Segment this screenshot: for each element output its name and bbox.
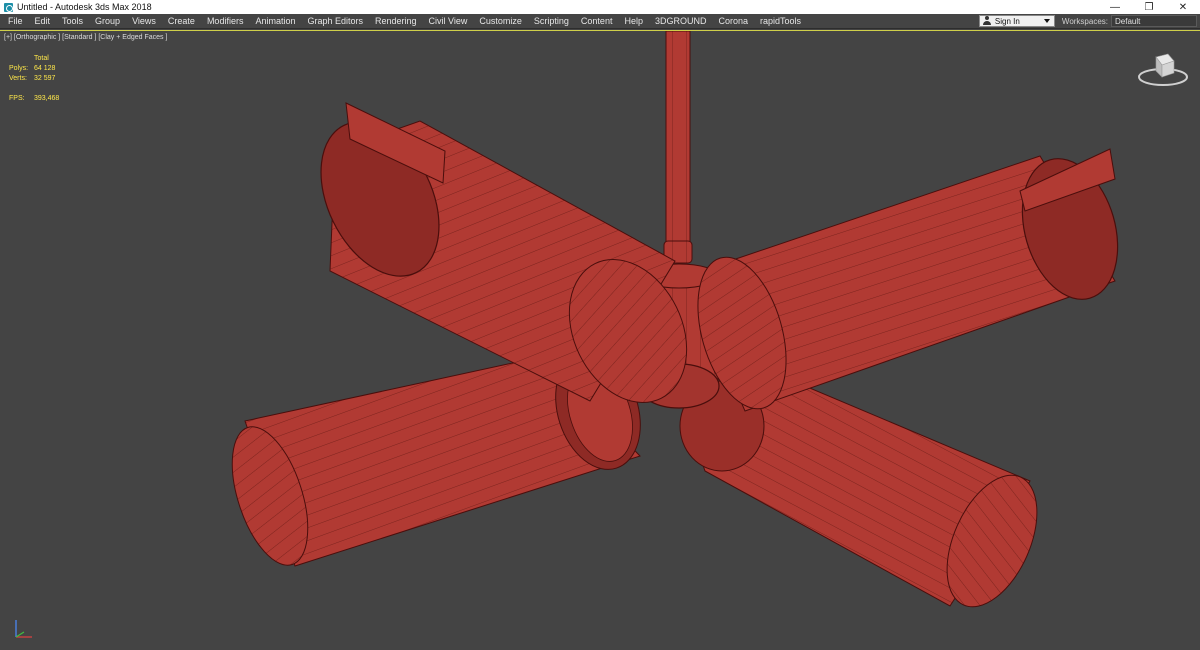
restore-button[interactable]: ❐ xyxy=(1132,0,1166,14)
menu-help[interactable]: Help xyxy=(618,14,649,29)
menu-content[interactable]: Content xyxy=(575,14,619,29)
central-rod[interactable] xyxy=(663,31,693,264)
perspective-viewport[interactable]: [+] [Orthographic ] [Standard ] [Clay + … xyxy=(0,30,1200,650)
menu-group[interactable]: Group xyxy=(89,14,126,29)
menu-corona[interactable]: Corona xyxy=(712,14,754,29)
menu-civil-view[interactable]: Civil View xyxy=(423,14,474,29)
window-title: Untitled - Autodesk 3ds Max 2018 xyxy=(17,2,152,12)
title-bar: Untitled - Autodesk 3ds Max 2018 — ❐ ✕ xyxy=(0,0,1200,14)
menu-rapidtools[interactable]: rapidTools xyxy=(754,14,807,29)
workspaces-value: Default xyxy=(1115,16,1141,26)
menu-graph-editors[interactable]: Graph Editors xyxy=(301,14,369,29)
close-button[interactable]: ✕ xyxy=(1166,0,1200,14)
menu-rendering[interactable]: Rendering xyxy=(369,14,423,29)
shade-front-right[interactable] xyxy=(682,147,1133,419)
viewcube-icon[interactable] xyxy=(1136,49,1190,89)
user-icon xyxy=(982,16,992,26)
app-icon xyxy=(4,2,13,12)
sign-in-label: Sign In xyxy=(994,16,1020,26)
menu-edit[interactable]: Edit xyxy=(29,14,57,29)
menu-create[interactable]: Create xyxy=(162,14,201,29)
menu-scripting[interactable]: Scripting xyxy=(528,14,575,29)
menu-customize[interactable]: Customize xyxy=(473,14,528,29)
workspaces-label: Workspaces: xyxy=(1061,16,1108,26)
menu-modifiers[interactable]: Modifiers xyxy=(201,14,250,29)
shade-back-right[interactable] xyxy=(679,380,1055,620)
workspaces-select[interactable]: Default xyxy=(1111,15,1197,27)
menu-animation[interactable]: Animation xyxy=(249,14,301,29)
chandelier-model[interactable] xyxy=(0,31,1200,650)
menu-views[interactable]: Views xyxy=(126,14,162,29)
menu-file[interactable]: File xyxy=(0,14,29,29)
minimize-button[interactable]: — xyxy=(1098,0,1132,14)
menu-3dground[interactable]: 3DGROUND xyxy=(649,14,713,29)
chevron-down-icon xyxy=(1043,19,1050,23)
sign-in-dropdown[interactable]: Sign In xyxy=(978,15,1055,27)
menu-tools[interactable]: Tools xyxy=(56,14,89,29)
window-controls: — ❐ ✕ xyxy=(1098,0,1200,14)
menu-bar: File Edit Tools Group Views Create Modif… xyxy=(0,14,1200,29)
axis-tripod-icon xyxy=(15,620,32,638)
